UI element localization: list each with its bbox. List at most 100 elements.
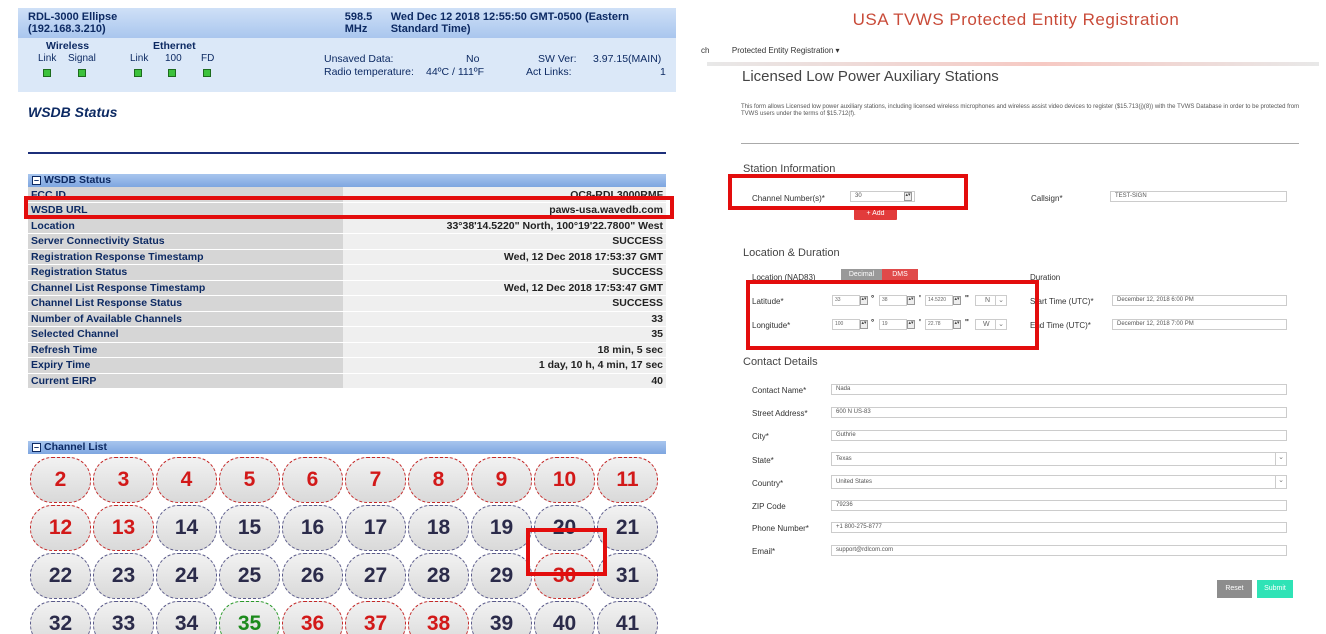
channel-button[interactable]: 19 [471, 505, 532, 551]
channel-button[interactable]: 4 [156, 457, 217, 503]
radio-temp-label: Radio temperature: [324, 66, 414, 78]
status-key: Location [28, 218, 343, 234]
status-value: 35 [343, 326, 666, 343]
zip-code-input[interactable]: 79236 [831, 500, 1287, 511]
channel-button[interactable]: 35 [219, 601, 280, 634]
channel-button[interactable]: 22 [30, 553, 91, 599]
country-select[interactable]: United States ⌄ [831, 475, 1287, 489]
phone-number-label: Phone Number* [752, 524, 809, 533]
eth-100-led [168, 69, 176, 77]
nav-prefix[interactable]: ch [701, 46, 709, 55]
table-row: Refresh Time 18 min, 5 sec [28, 342, 666, 358]
collapse-box-icon[interactable]: – [32, 443, 41, 452]
status-value: SUCCESS [343, 233, 666, 250]
act-links-label: Act Links: [526, 66, 572, 78]
channel-button[interactable]: 3 [93, 457, 154, 503]
table-row: Number of Available Channels 33 [28, 311, 666, 327]
location-duration-heading: Location & Duration [743, 247, 840, 259]
end-time-input[interactable]: December 12, 2018 7:00 PM [1112, 319, 1287, 330]
reset-button[interactable]: Reset [1217, 580, 1252, 598]
channel-button[interactable]: 7 [345, 457, 406, 503]
zip-code-label: ZIP Code [752, 502, 786, 511]
channel-button[interactable]: 33 [93, 601, 154, 634]
table-row: Current EIRP 40 [28, 373, 666, 389]
status-key: Channel List Response Status [28, 295, 343, 312]
dropdown-caret-icon[interactable]: ▾ [836, 46, 840, 55]
phone-number-input[interactable]: +1 800-275-8777 [831, 522, 1287, 533]
status-key: Number of Available Channels [28, 311, 343, 327]
country-value: United States [836, 479, 873, 485]
device-title: RDL-3000 Ellipse (192.168.3.210) [28, 11, 118, 35]
channel-button[interactable]: 24 [156, 553, 217, 599]
callsign-input[interactable]: TEST-SIGN [1110, 191, 1287, 202]
act-links-value: 1 [660, 66, 666, 78]
city-input[interactable]: Guthrie [831, 430, 1287, 441]
channel-button[interactable]: 16 [282, 505, 343, 551]
channel-button[interactable]: 37 [345, 601, 406, 634]
collapse-box-icon[interactable]: – [32, 176, 41, 185]
channel-button[interactable]: 29 [471, 553, 532, 599]
nav-menu-protected-entity[interactable]: Protected Entity Registration [732, 46, 833, 55]
submit-button[interactable]: Submit [1257, 580, 1293, 598]
channel-button[interactable]: 17 [345, 505, 406, 551]
channel-button[interactable]: 6 [282, 457, 343, 503]
channel-button[interactable]: 2 [30, 457, 91, 503]
unsaved-label: Unsaved Data: [324, 53, 394, 65]
contact-name-input[interactable]: Nada [831, 384, 1287, 395]
status-key: Registration Status [28, 264, 343, 281]
channel-button[interactable]: 26 [282, 553, 343, 599]
channel-list-title: Channel List [44, 441, 108, 453]
channel-button[interactable]: 38 [408, 601, 469, 634]
channel-30-highlight [526, 528, 607, 576]
street-address-input[interactable]: 600 N US-83 [831, 407, 1287, 418]
eth-100-label: 100 [165, 53, 182, 64]
channel-list-header[interactable]: – Channel List [28, 441, 666, 454]
eth-link-led [134, 69, 142, 77]
channel-button[interactable]: 41 [597, 601, 658, 634]
email-input[interactable]: support@rdlcom.com [831, 545, 1287, 556]
street-address-label: Street Address* [752, 409, 808, 418]
channel-button[interactable]: 13 [93, 505, 154, 551]
channel-button[interactable]: 10 [534, 457, 595, 503]
channel-button[interactable]: 32 [30, 601, 91, 634]
status-key: Channel List Response Timestamp [28, 280, 343, 296]
channel-button[interactable]: 8 [408, 457, 469, 503]
wsdb-section-title: WSDB Status [44, 174, 112, 186]
registration-page-title: USA TVWS Protected Entity Registration [852, 10, 1180, 29]
wireless-signal-label: Signal [68, 53, 96, 64]
wsdb-section-header[interactable]: – WSDB Status [28, 174, 666, 187]
frequency-readout: 598.5 MHz [344, 11, 373, 35]
channel-button[interactable]: 40 [534, 601, 595, 634]
eth-link-label: Link [130, 53, 149, 64]
page-title-area: WSDB Status [28, 92, 666, 154]
channel-button[interactable]: 14 [156, 505, 217, 551]
channel-button[interactable]: 27 [345, 553, 406, 599]
wireless-link-label: Link [38, 53, 57, 64]
channel-button[interactable]: 36 [282, 601, 343, 634]
wireless-group-label: Wireless [46, 40, 90, 52]
channel-button[interactable]: 15 [219, 505, 280, 551]
table-row: Selected Channel 35 [28, 326, 666, 343]
channel-button[interactable]: 11 [597, 457, 658, 503]
table-row: Server Connectivity Status SUCCESS [28, 233, 666, 250]
status-key: Server Connectivity Status [28, 233, 343, 250]
channel-button[interactable]: 25 [219, 553, 280, 599]
select-arrow-icon[interactable]: ⌄ [1275, 453, 1286, 465]
start-time-input[interactable]: December 12, 2018 6:00 PM [1112, 295, 1287, 306]
channel-button[interactable]: 28 [408, 553, 469, 599]
state-select[interactable]: Texas ⌄ [831, 452, 1287, 466]
status-value: Wed, 12 Dec 2018 17:53:47 GMT [343, 280, 666, 296]
channel-button[interactable]: 34 [156, 601, 217, 634]
datetime-readout: Wed Dec 12 2018 12:55:50 GMT-0500 (Easte… [390, 11, 629, 35]
radio-temp-value: 44ºC / 111ºF [426, 66, 485, 78]
channel-button[interactable]: 18 [408, 505, 469, 551]
channel-button[interactable]: 23 [93, 553, 154, 599]
link-status-row: Wireless Ethernet Link Signal Link 100 F… [18, 38, 676, 92]
channel-button[interactable]: 39 [471, 601, 532, 634]
channel-button[interactable]: 9 [471, 457, 532, 503]
channel-button[interactable]: 5 [219, 457, 280, 503]
wireless-signal-led [78, 69, 86, 77]
table-row: Expiry Time 1 day, 10 h, 4 min, 17 sec [28, 357, 666, 374]
channel-button[interactable]: 12 [30, 505, 91, 551]
select-arrow-icon[interactable]: ⌄ [1275, 476, 1286, 488]
